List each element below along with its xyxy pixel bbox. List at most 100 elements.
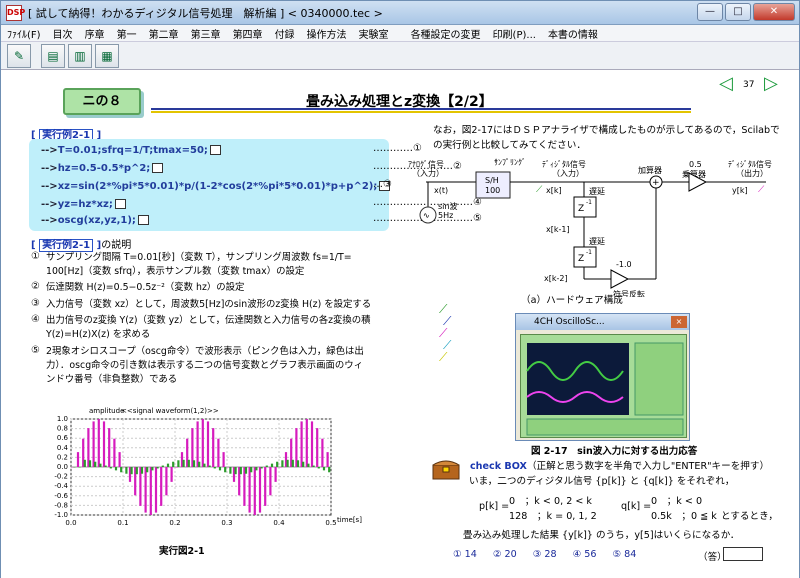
menu-file[interactable]: ﾌｧｲﾙ(F): [1, 26, 47, 41]
chart-bar: [146, 467, 149, 473]
probe-icon: ⟋: [439, 350, 448, 364]
menu-contents[interactable]: 目次: [47, 26, 79, 41]
chart-bar: [307, 463, 310, 467]
menu-chapter1[interactable]: 第一: [111, 26, 143, 41]
digital-in-label: ﾃﾞｨｼﾞﾀﾙ信号: [542, 159, 586, 169]
osc-title-bar[interactable]: 4CH OscilloSc... ×: [516, 314, 689, 330]
desc-line: Y(z)=H(z)X(z) を求める: [46, 329, 151, 340]
osc-controls[interactable]: [634, 342, 684, 416]
chart-bar: [222, 452, 225, 467]
chart-bar: [160, 467, 163, 506]
chart-bar: [78, 467, 81, 468]
chart-ytick-label: -0.4: [54, 482, 68, 490]
code-line-4: -->yz=hz*xz;: [41, 199, 126, 210]
delay-label-2: 遅延: [589, 236, 605, 246]
code-text: xz=sin(2*%pi*5*0.01)*p/(1-2*cos(2*%pi*5*…: [57, 181, 378, 192]
waveform-chart: <<signal waveform(1,2)>> amplitude time[…: [31, 405, 366, 555]
item-number: ③: [31, 298, 40, 309]
chart-bar: [212, 428, 215, 467]
xk2-label: x[k-2]: [544, 274, 568, 283]
pen-tool-button[interactable]: ✎: [7, 43, 31, 68]
menu-chapter3[interactable]: 第三章: [185, 26, 227, 41]
oscilloscope-window[interactable]: 4CH OscilloSc... ×: [515, 313, 690, 441]
desc-line: 出力信号のz変換 Y(z)（変数 yz）として，伝達関数と入力信号の各z変換の積: [46, 315, 371, 326]
code-text: hz=0.5-0.5*p^2;: [57, 163, 151, 174]
desc-line: サンプリング間隔 T=0.01[秒]（変数 T），サンプリング周波数 fs=1/…: [46, 252, 352, 263]
menu-howto[interactable]: 操作方法: [301, 26, 353, 41]
chart-bar: [88, 460, 92, 467]
page-content: ニの８ 畳み込み処理とz変換【2/2】 ◁ 37 ▷ [ 実行例2-1 ] --…: [1, 71, 799, 578]
run-checkbox-5[interactable]: [137, 215, 149, 225]
description-suffix: の説明: [101, 240, 132, 251]
menu-chapter4[interactable]: 第四章: [227, 26, 269, 41]
run-checkbox-4[interactable]: [114, 199, 126, 209]
chart-bar: [234, 467, 237, 475]
desc-line: 2現象オシロスコープ（oscg命令）で波形表示（ピンク色は入力，緑色は出: [46, 346, 364, 357]
chart-bar: [201, 419, 204, 467]
chart-bar: [281, 460, 284, 467]
maximize-button[interactable]: □: [725, 3, 751, 21]
chart-tool-button-3[interactable]: ▦: [95, 43, 119, 68]
sine-source-icon: ∿: [423, 211, 430, 220]
digital-in-sub: （入力）: [552, 168, 584, 178]
window-title: [ 試して納得！わかるディジタル信号処理 解析編 ] < 0340000.tec…: [28, 6, 383, 20]
chart-bar: [248, 467, 251, 513]
chart-ylabel: amplitude: [89, 407, 124, 415]
menu-settings[interactable]: 各種設定の変更: [405, 26, 487, 41]
chart-bar: [182, 459, 185, 467]
inverter-triangle: [610, 269, 630, 289]
source-label: sin波: [438, 201, 457, 211]
chart-icon: ▤: [47, 48, 59, 63]
menu-about[interactable]: 本書の情報: [542, 26, 604, 41]
chart-ytick-label: 0.0: [57, 463, 68, 471]
menu-print[interactable]: 印刷(P)...: [487, 26, 542, 41]
chart-bar: [305, 419, 308, 467]
chart-tool-button-1[interactable]: ▤: [41, 43, 65, 68]
chart-xtick-label: 0.3: [221, 519, 232, 527]
chart-bar: [113, 438, 116, 467]
chart-bar: [151, 467, 154, 471]
close-button[interactable]: ✕: [753, 3, 795, 21]
chart-bar: [203, 463, 206, 467]
run-checkbox-2[interactable]: [152, 163, 164, 173]
osc-bottom-controls[interactable]: [526, 418, 684, 436]
q-case-1: 0 ；k < 0: [651, 496, 703, 507]
chart-bar: [213, 467, 216, 469]
digital-out-sub: （出力）: [736, 168, 768, 178]
chart-bar: [149, 467, 152, 515]
window-controls: — □ ✕: [697, 3, 795, 21]
osc-close-button[interactable]: ×: [671, 316, 687, 328]
chart-tool-button-2[interactable]: ▥: [68, 43, 92, 68]
chart-bar: [177, 460, 180, 467]
chart-xtick-label: 0.2: [169, 519, 180, 527]
title-bar[interactable]: DSP [ 試して納得！わかるディジタル信号処理 解析編 ] < 0340000…: [1, 1, 799, 25]
next-page-button[interactable]: ▷: [764, 75, 778, 93]
chart-bar: [316, 428, 319, 467]
menu-lab[interactable]: 実験室: [353, 26, 395, 41]
chart-bar: [165, 467, 168, 496]
chart-bar: [154, 467, 158, 513]
chart-xtick-label: 0.1: [117, 519, 128, 527]
intro-line-1: なお，図2-17にはＤＳＰアナライザで構成したものが示してあるので，Scilab…: [433, 125, 780, 136]
question-line-2: 畳み込み処理した結果 {y[k]} のうち，y[5]はいくらになるか．: [463, 530, 740, 541]
code-line-2: -->hz=0.5-0.5*p^2;: [41, 163, 164, 174]
title-rule-yellow: [151, 111, 691, 113]
menu-chapter2[interactable]: 第二章: [143, 26, 185, 41]
chart-bar: [161, 465, 164, 467]
minimize-button[interactable]: —: [697, 3, 723, 21]
chart-bar: [125, 467, 128, 474]
chart-bar: [296, 460, 300, 467]
answer-input[interactable]: [723, 547, 763, 561]
osc-screen: [526, 342, 684, 436]
chart-ytick-label: 1.0: [57, 415, 68, 423]
chart-bar: [300, 421, 303, 467]
q-tail: とするとき，: [721, 511, 778, 522]
menu-preface[interactable]: 序章: [79, 26, 111, 41]
yk-label: y[k]: [732, 186, 748, 195]
sh-rate: 100: [485, 186, 500, 195]
prev-page-button[interactable]: ◁: [719, 75, 733, 93]
menu-appendix[interactable]: 付録: [269, 26, 301, 41]
run-checkbox-1[interactable]: [209, 145, 221, 155]
code-box: -->T=0.01;sfrq=1/T;tmax=50; -->hz=0.5-0.…: [29, 139, 391, 231]
app-window: DSP [ 試して納得！わかるディジタル信号処理 解析編 ] < 0340000…: [0, 0, 800, 578]
